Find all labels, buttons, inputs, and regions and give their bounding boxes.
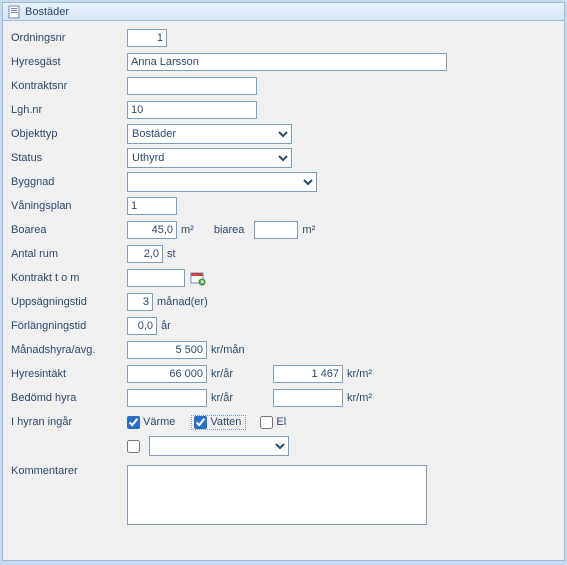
input-boarea[interactable] bbox=[127, 221, 177, 239]
titlebar: Bostäder bbox=[3, 3, 564, 21]
check-el[interactable] bbox=[260, 416, 273, 429]
check-label-el: El bbox=[276, 416, 286, 428]
check-extra[interactable] bbox=[127, 440, 140, 453]
label-kommentarer: Kommentarer bbox=[11, 465, 127, 477]
input-antal-rum[interactable] bbox=[127, 245, 163, 263]
label-ordningsnr: Ordningsnr bbox=[11, 32, 127, 44]
check-vatten[interactable] bbox=[194, 416, 207, 429]
check-label-varme: Värme bbox=[143, 416, 175, 428]
panel-title: Bostäder bbox=[25, 6, 69, 18]
input-bedomd-ar[interactable] bbox=[127, 389, 207, 407]
label-antal-rum: Antal rum bbox=[11, 248, 127, 260]
label-hyresgast: Hyresgäst bbox=[11, 56, 127, 68]
input-biarea[interactable] bbox=[254, 221, 298, 239]
input-hyresintakt-ar[interactable] bbox=[127, 365, 207, 383]
label-hyresintakt: Hyresintäkt bbox=[11, 368, 127, 380]
panel-bostader: Bostäder Ordningsnr Hyresgäst Kontraktsn… bbox=[2, 2, 565, 561]
input-manadshyra[interactable] bbox=[127, 341, 207, 359]
check-label-vatten: Vatten bbox=[210, 416, 241, 428]
unit-st: st bbox=[167, 248, 176, 260]
input-kontraktsnr[interactable] bbox=[127, 77, 257, 95]
unit-kr-man: kr/mån bbox=[211, 344, 245, 356]
label-bedomd-hyra: Bedömd hyra bbox=[11, 392, 127, 404]
label-boarea: Boarea bbox=[11, 224, 127, 236]
check-varme[interactable] bbox=[127, 416, 140, 429]
select-extra[interactable] bbox=[149, 436, 289, 456]
label-kontrakt-tom: Kontrakt t o m bbox=[11, 272, 127, 284]
unit-manader: månad(er) bbox=[157, 296, 208, 308]
calendar-icon[interactable] bbox=[189, 269, 207, 287]
label-objekttyp: Objekttyp bbox=[11, 128, 127, 140]
label-kontraktsnr: Kontraktsnr bbox=[11, 80, 127, 92]
label-vaningsplan: Våningsplan bbox=[11, 200, 127, 212]
vatten-focus-box: Vatten bbox=[191, 415, 246, 430]
input-lghnr[interactable] bbox=[127, 101, 257, 119]
unit-kr-m2-1: kr/m² bbox=[347, 368, 372, 380]
form: Ordningsnr Hyresgäst Kontraktsnr Lgh.nr … bbox=[3, 21, 564, 533]
unit-ar: år bbox=[161, 320, 171, 332]
select-status[interactable]: Uthyrd bbox=[127, 148, 292, 168]
label-lghnr: Lgh.nr bbox=[11, 104, 127, 116]
unit-biarea: m² bbox=[302, 224, 315, 236]
document-icon bbox=[7, 5, 21, 19]
input-hyresgast[interactable] bbox=[127, 53, 447, 71]
input-ordningsnr[interactable] bbox=[127, 29, 167, 47]
input-kontrakt-tom[interactable] bbox=[127, 269, 185, 287]
textarea-kommentarer[interactable] bbox=[127, 465, 427, 525]
unit-kr-ar-2: kr/år bbox=[211, 392, 233, 404]
input-forlangningstid[interactable] bbox=[127, 317, 157, 335]
unit-kr-m2-2: kr/m² bbox=[347, 392, 372, 404]
label-forlangningstid: Förlängningstid bbox=[11, 320, 127, 332]
label-uppsagningstid: Uppsägningstid bbox=[11, 296, 127, 308]
select-byggnad[interactable] bbox=[127, 172, 317, 192]
input-hyresintakt-m2[interactable] bbox=[273, 365, 343, 383]
label-status: Status bbox=[11, 152, 127, 164]
input-vaningsplan[interactable] bbox=[127, 197, 177, 215]
input-uppsagningstid[interactable] bbox=[127, 293, 153, 311]
label-i-hyran-ingar: I hyran ingår bbox=[11, 416, 127, 428]
select-objekttyp[interactable]: Bostäder bbox=[127, 124, 292, 144]
unit-kr-ar-1: kr/år bbox=[211, 368, 233, 380]
unit-boarea: m² bbox=[181, 224, 194, 236]
input-bedomd-m2[interactable] bbox=[273, 389, 343, 407]
label-manadshyra: Månadshyra/avg. bbox=[11, 344, 127, 356]
label-byggnad: Byggnad bbox=[11, 176, 127, 188]
label-biarea: biarea bbox=[214, 224, 245, 236]
